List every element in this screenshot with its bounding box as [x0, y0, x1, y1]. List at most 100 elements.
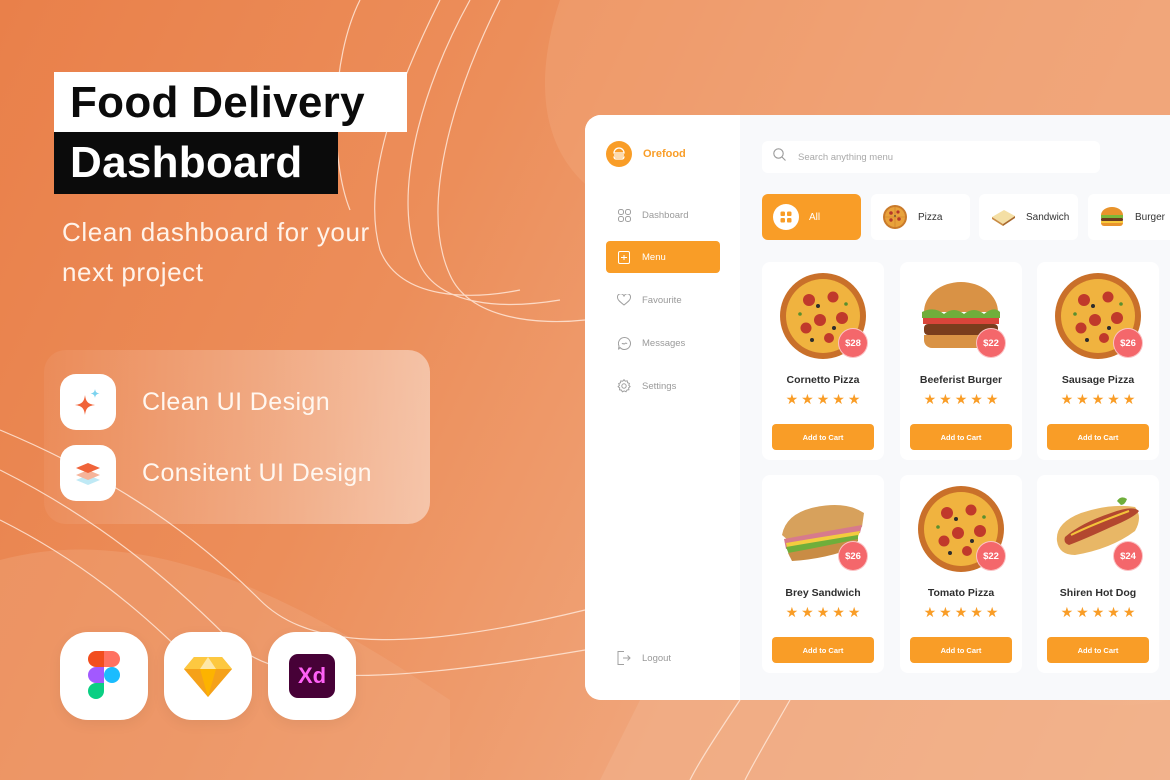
price-badge: $26 — [838, 541, 868, 571]
star-icon: ★ — [923, 604, 937, 620]
product-card[interactable]: $22 Tomato Pizza ★ ★ ★ ★ ★ Add to Cart — [900, 475, 1022, 673]
add-to-cart-button[interactable]: Add to Cart — [772, 637, 874, 663]
dashboard-window: Orefood Dashboard Menu Favourite Message… — [585, 115, 1170, 700]
star-icon: ★ — [1060, 391, 1074, 407]
star-icon: ★ — [954, 391, 968, 407]
product-name: Beeferist Burger — [919, 374, 1003, 386]
feature-label: Consitent UI Design — [142, 458, 372, 487]
product-name: Shiren Hot Dog — [1059, 587, 1137, 599]
sketch-icon — [164, 632, 252, 720]
promo-title-line-1: Food Delivery — [70, 78, 365, 127]
adobe-xd-icon: Xd — [268, 632, 356, 720]
search-bar[interactable] — [762, 141, 1100, 173]
star-icon: ★ — [1060, 604, 1074, 620]
star-icon: ★ — [1122, 604, 1136, 620]
promo-subtitle: Clean dashboard for your next project — [62, 217, 370, 287]
nav-label: Logout — [642, 652, 672, 664]
nav-label: Menu — [642, 251, 666, 263]
star-icon: ★ — [1091, 604, 1105, 620]
gear-icon — [617, 379, 631, 393]
product-card[interactable]: $24 Shiren Hot Dog ★ ★ ★ ★ ★ Add to Cart — [1037, 475, 1159, 673]
price-badge: $26 — [1113, 328, 1143, 358]
star-icon: ★ — [1107, 391, 1120, 407]
add-to-cart-button[interactable]: Add to Cart — [772, 424, 874, 450]
star-icon: ★ — [785, 391, 799, 407]
figma-icon — [60, 632, 148, 720]
rating-stars: ★ ★ ★ ★ ★ — [900, 605, 1022, 619]
sidebar-item-favourite[interactable]: Favourite — [606, 284, 720, 316]
feature-label: Clean UI Design — [142, 387, 331, 416]
sparkle-icon — [60, 374, 116, 430]
category-all[interactable]: All — [762, 194, 861, 240]
rating-stars: ★ ★ ★ ★ ★ — [900, 392, 1022, 406]
star-icon: ★ — [847, 391, 861, 407]
rating-stars: ★ ★ ★ ★ ★ — [762, 605, 884, 619]
sidebar-item-settings[interactable]: Settings — [606, 370, 720, 402]
star-icon: ★ — [847, 604, 861, 620]
promo-title-line-2: Dashboard — [70, 138, 303, 187]
menu-icon — [617, 250, 631, 264]
sidebar-item-messages[interactable]: Messages — [606, 327, 720, 359]
search-input[interactable] — [798, 151, 1078, 163]
star-icon: ★ — [785, 604, 799, 620]
add-to-cart-button[interactable]: Add to Cart — [1047, 637, 1149, 663]
star-icon: ★ — [1091, 391, 1105, 407]
star-icon: ★ — [832, 391, 845, 407]
rating-stars: ★ ★ ★ ★ ★ — [1037, 392, 1159, 406]
add-to-cart-button[interactable]: Add to Cart — [910, 637, 1012, 663]
star-icon: ★ — [801, 604, 814, 620]
category-label: Pizza — [918, 211, 943, 223]
star-icon: ★ — [1122, 391, 1136, 407]
product-name: Sausage Pizza — [1061, 374, 1135, 386]
product-name: Tomato Pizza — [927, 587, 995, 599]
star-icon: ★ — [939, 391, 952, 407]
star-icon: ★ — [1076, 604, 1089, 620]
burger-logo-icon — [606, 141, 632, 167]
category-label: All — [809, 211, 821, 223]
nav-label: Settings — [642, 380, 677, 392]
product-card[interactable]: $22 Beeferist Burger ★ ★ ★ ★ ★ Add to Cart — [900, 262, 1022, 460]
star-icon: ★ — [923, 391, 937, 407]
add-to-cart-button[interactable]: Add to Cart — [910, 424, 1012, 450]
feature-item: Clean UI Design — [60, 374, 330, 430]
add-to-cart-button[interactable]: Add to Cart — [1047, 424, 1149, 450]
message-icon — [617, 336, 631, 350]
category-label: Sandwich — [1026, 211, 1070, 223]
product-card[interactable]: $26 Brey Sandwich ★ ★ ★ ★ ★ Add to Cart — [762, 475, 884, 673]
star-icon: ★ — [970, 604, 983, 620]
product-card[interactable]: $26 Sausage Pizza ★ ★ ★ ★ ★ Add to Cart — [1037, 262, 1159, 460]
category-sandwich[interactable]: Sandwich — [979, 194, 1078, 240]
logout-icon — [617, 651, 631, 665]
price-badge: $24 — [1113, 541, 1143, 571]
star-icon: ★ — [1076, 391, 1089, 407]
pizza-icon — [882, 204, 908, 230]
nav-label: Favourite — [642, 294, 682, 306]
brand-name: Orefood — [643, 148, 686, 160]
star-icon: ★ — [816, 604, 830, 620]
product-name: Brey Sandwich — [785, 587, 861, 599]
star-icon: ★ — [816, 391, 830, 407]
rating-stars: ★ ★ ★ ★ ★ — [1037, 605, 1159, 619]
product-card[interactable]: $28 Cornetto Pizza ★ ★ ★ ★ ★ Add to Cart — [762, 262, 884, 460]
sidebar-item-dashboard[interactable]: Dashboard — [606, 199, 720, 231]
sidebar: Orefood Dashboard Menu Favourite Message… — [585, 115, 740, 700]
category-pizza[interactable]: Pizza — [871, 194, 970, 240]
xd-label: Xd — [297, 663, 327, 688]
product-name: Cornetto Pizza — [786, 374, 860, 386]
grid-icon — [617, 208, 631, 222]
price-badge: $28 — [838, 328, 868, 358]
logout-button[interactable]: Logout — [606, 642, 720, 674]
nav-label: Dashboard — [642, 209, 689, 221]
search-icon — [773, 148, 786, 166]
burger-icon — [1099, 204, 1125, 230]
star-icon: ★ — [954, 604, 968, 620]
star-icon: ★ — [939, 604, 952, 620]
star-icon: ★ — [985, 391, 999, 407]
feature-item: Consitent UI Design — [60, 445, 372, 501]
star-icon: ★ — [801, 391, 814, 407]
grid-icon — [773, 204, 799, 230]
sandwich-icon — [990, 204, 1016, 230]
category-burger[interactable]: Burger — [1088, 194, 1170, 240]
sidebar-item-menu[interactable]: Menu — [606, 241, 720, 273]
brand[interactable]: Orefood — [606, 141, 686, 167]
